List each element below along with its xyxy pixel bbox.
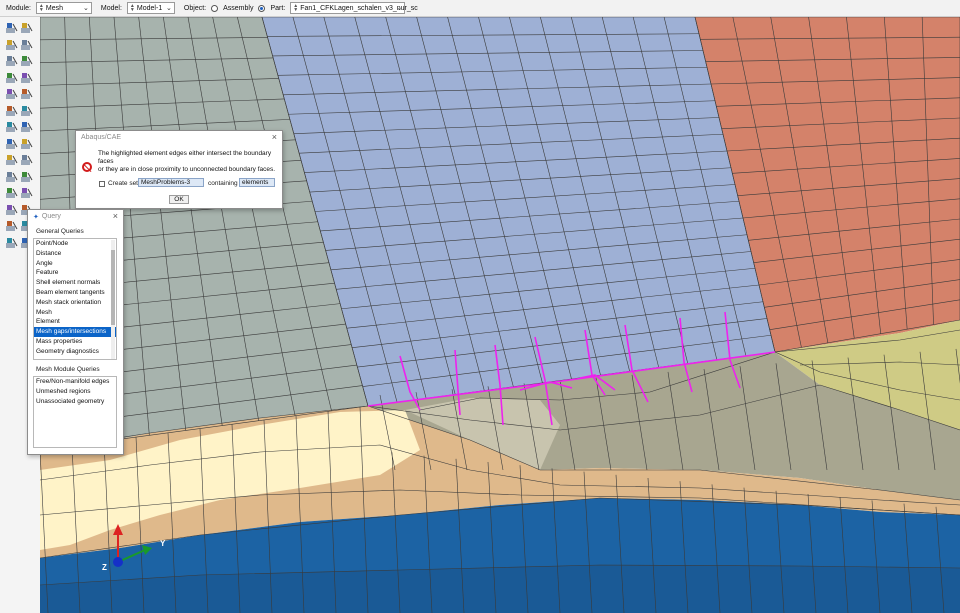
ok-button[interactable]: OK (169, 195, 189, 204)
seed-edge-icon[interactable] (5, 39, 18, 51)
create-partition-icon[interactable] (20, 154, 33, 166)
general-queries-list[interactable]: Point/Node Distance Angle Feature Shell elem… (33, 238, 117, 360)
assembly-label: Assembly (223, 4, 254, 12)
set-name-field[interactable]: MeshProblems-3 (138, 178, 204, 187)
chevron-down-icon: ⌄ (396, 5, 403, 12)
datum-icon[interactable] (5, 171, 18, 183)
part-combo[interactable]: ▲ ▼ Fan1_CFKLagen_schalen_v3_nur_sc ⌄ (290, 2, 418, 14)
chevron-down-icon: ⌄ (83, 5, 89, 12)
part-label: Part: (270, 4, 286, 12)
general-query-item[interactable]: Shell element normals (34, 278, 116, 288)
spin-icon: ▲ ▼ (129, 3, 135, 13)
model-combo[interactable]: ▲ ▼ Model-1 ⌄ (126, 2, 175, 14)
create-set-label: Create set (108, 180, 138, 187)
chevron-down-icon: ⌄ (166, 5, 172, 12)
module-combo[interactable]: ▲ ▼ Mesh ⌄ (35, 2, 92, 14)
seed-part-icon[interactable] (20, 22, 33, 34)
context-bar: Module: ▲ ▼ Mesh ⌄ Model: ▲ ▼ Model-1 ⌄ Ob… (0, 0, 960, 17)
spin-icon: ▲ ▼ (293, 3, 299, 13)
mesh-part-icon[interactable] (5, 55, 18, 67)
virtual-topology-icon[interactable] (5, 204, 18, 216)
create-partition-icon[interactable] (5, 154, 18, 166)
create-set-checkbox[interactable] (99, 181, 105, 187)
scrollbar-thumb[interactable] (111, 250, 115, 325)
edit-mesh-icon[interactable] (20, 187, 33, 199)
delete-mesh-icon[interactable] (20, 138, 33, 150)
close-icon[interactable]: × (272, 132, 277, 142)
dialog-titlebar[interactable]: ✦ Query × (28, 210, 123, 223)
error-message: The highlighted element edges either int… (98, 150, 278, 174)
module-query-item[interactable]: Unassociated geometry (34, 397, 116, 407)
query-dialog: ✦ Query × General Queries Point/Node Dist… (27, 209, 124, 455)
error-icon (82, 162, 92, 172)
query-icon[interactable] (5, 220, 18, 232)
tools-icon[interactable] (5, 237, 18, 249)
close-icon[interactable]: × (113, 211, 118, 221)
general-query-item[interactable]: Beam element tangents (34, 288, 116, 298)
mesh-region-icon[interactable] (20, 72, 33, 84)
mesh-module-queries-header: Mesh Module Queries (36, 366, 100, 373)
mesh-problem-dialog: Abaqus/CAE × The highlighted element edg… (75, 130, 283, 209)
general-query-item[interactable]: Mass properties (34, 337, 116, 347)
part-radio[interactable] (258, 4, 266, 12)
mesh-part-icon[interactable] (20, 55, 33, 67)
message-line-1: The highlighted element edges either int… (98, 150, 272, 165)
containing-value: elements (242, 179, 269, 186)
containing-label: containing (208, 180, 238, 187)
dialog-title: Query (41, 213, 61, 220)
verify-mesh-icon[interactable] (5, 121, 18, 133)
mesh-canvas[interactable]: Y Z (40, 17, 960, 613)
mesh-module-queries-list[interactable]: Free/Non-manifold edges Unmeshed regions U… (33, 376, 117, 448)
general-queries-header: General Queries (36, 228, 84, 235)
module-query-item[interactable]: Unmeshed regions (34, 387, 116, 397)
general-query-item[interactable]: Element (34, 317, 116, 327)
scrollbar[interactable] (111, 240, 115, 359)
dialog-titlebar[interactable]: Abaqus/CAE × (76, 131, 282, 144)
general-query-item[interactable]: Feature (34, 268, 116, 278)
model-label: Model: (100, 4, 122, 12)
module-value: Mesh (45, 4, 64, 12)
triad-z-label: Z (102, 563, 107, 572)
model-value: Model-1 (136, 4, 163, 12)
message-line-2: or they are in close proximity to unconn… (98, 166, 276, 173)
edit-mesh-icon[interactable] (5, 187, 18, 199)
object-label: Object: (183, 4, 207, 12)
triad-y-label: Y (160, 539, 166, 548)
general-query-item[interactable]: Mesh gaps/intersections (34, 327, 116, 337)
seed-edge-icon[interactable] (20, 39, 33, 51)
general-query-item[interactable]: Geometry diagnostics (34, 347, 116, 357)
mesh-controls-icon[interactable] (20, 105, 33, 117)
module-query-item[interactable]: Free/Non-manifold edges (34, 377, 116, 387)
seed-part-icon[interactable] (5, 22, 18, 34)
spin-icon: ▲ ▼ (38, 3, 44, 13)
mesh-controls-icon[interactable] (5, 105, 18, 117)
assembly-radio[interactable] (211, 4, 219, 12)
general-query-item[interactable]: Point/Node (34, 239, 116, 249)
datum-icon[interactable] (20, 171, 33, 183)
dialog-title: Abaqus/CAE (81, 134, 122, 141)
verify-mesh-icon[interactable] (20, 121, 33, 133)
query-icon: ✦ (33, 213, 39, 221)
module-label: Module: (6, 4, 31, 12)
viewport[interactable]: Y Z (40, 17, 960, 613)
containing-select[interactable]: elements (239, 178, 275, 187)
assign-element-type-icon[interactable] (5, 88, 18, 100)
assign-element-type-icon[interactable] (20, 88, 33, 100)
general-query-item[interactable]: Mesh (34, 308, 116, 318)
general-query-item[interactable]: Distance (34, 249, 116, 259)
general-query-item[interactable]: Angle (34, 259, 116, 269)
general-query-item[interactable]: Mesh stack orientation (34, 298, 116, 308)
mesh-region-icon[interactable] (5, 72, 18, 84)
delete-mesh-icon[interactable] (5, 138, 18, 150)
